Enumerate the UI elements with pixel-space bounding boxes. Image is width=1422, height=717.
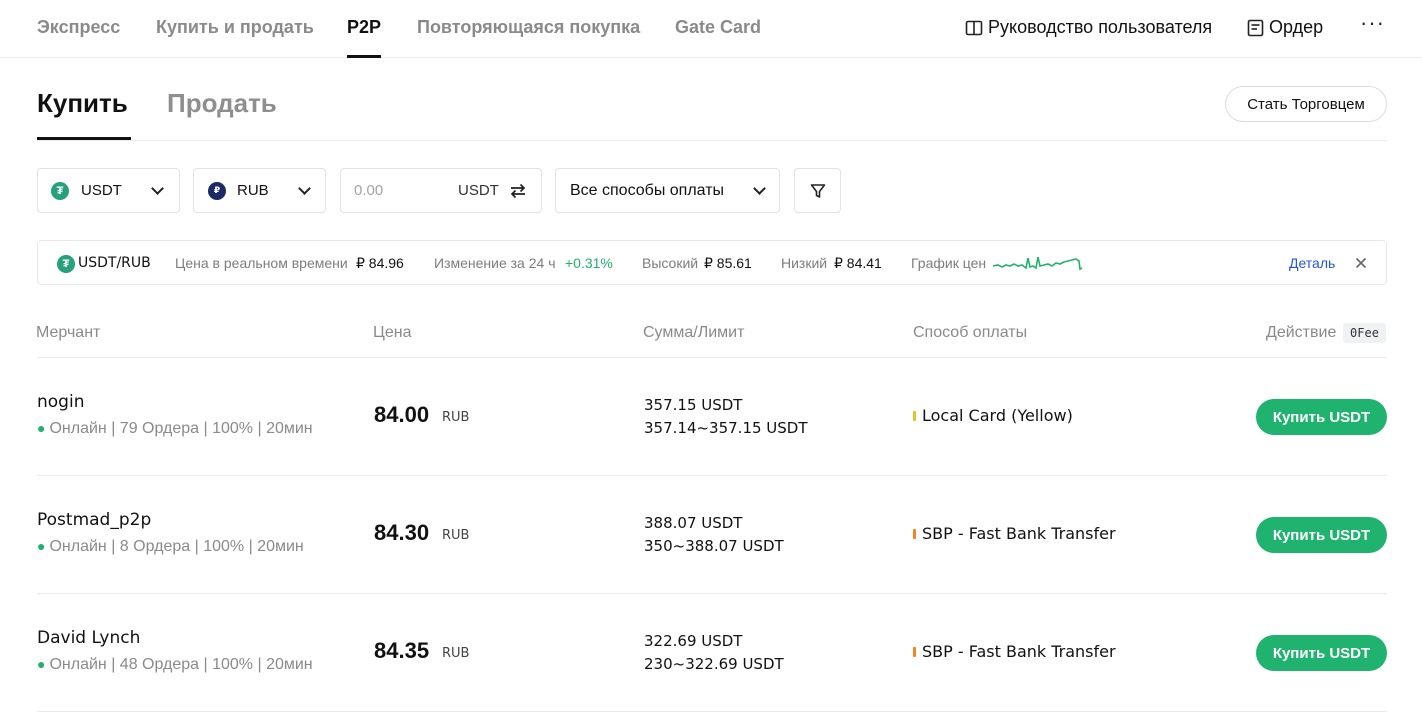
book-icon (965, 20, 983, 35)
close-icon[interactable] (1355, 257, 1367, 269)
filter-button[interactable] (794, 168, 841, 213)
buy-usdt-button[interactable]: Купить USDT (1256, 399, 1387, 435)
payment-method-label: SBP - Fast Bank Transfer (922, 524, 1116, 543)
buy-usdt-button[interactable]: Купить USDT (1256, 517, 1387, 553)
order-limit: 230~322.69 USDT (644, 655, 784, 673)
merchant-name[interactable]: David Lynch (37, 628, 140, 648)
more-icon[interactable]: ··· (1360, 10, 1385, 36)
order-limit: 350~388.07 USDT (644, 537, 784, 555)
tab-sell[interactable]: Продать (167, 88, 277, 119)
high-label: Высокий (642, 255, 699, 271)
merchant-name[interactable]: nogin (37, 392, 84, 412)
high-value: ₽ 85.61 (704, 255, 752, 271)
tab-buy[interactable]: Купить (37, 88, 128, 119)
header-price: Цена (373, 324, 412, 341)
online-dot-icon: ● (37, 538, 46, 554)
usdt-coin-icon: ₮ (57, 255, 75, 273)
usdt-coin-icon: ₮ (51, 181, 69, 200)
chevron-down-icon (298, 182, 311, 195)
price-currency: RUB (442, 410, 470, 425)
table-row: nogin ● Онлайн | 79 Ордера | 100% | 20мин… (0, 358, 1422, 476)
chevron-down-icon (753, 182, 766, 195)
tab-p2p[interactable]: P2P (347, 17, 381, 38)
price-value: 84.35 (374, 638, 430, 663)
detail-link[interactable]: Деталь (1289, 255, 1335, 271)
document-icon (1247, 19, 1264, 36)
realtime-price-value: ₽ 84.96 (356, 255, 404, 271)
top-nav: Экспресс Купить и продать P2P Повторяюща… (0, 0, 1422, 58)
payment-color-bar (913, 528, 916, 539)
header-payment: Способ оплаты (913, 324, 1028, 341)
header-action: Действие (1266, 324, 1337, 341)
payment-method: SBP - Fast Bank Transfer (913, 524, 1116, 543)
merchant-stats: ● Онлайн | 48 Ордера | 100% | 20мин (37, 656, 313, 674)
header-merchant: Мерчант (36, 324, 101, 341)
row-divider (37, 711, 1387, 712)
payment-method: SBP - Fast Bank Transfer (913, 642, 1116, 661)
price-currency: RUB (442, 646, 470, 661)
amount-input[interactable]: 0.00 USDT (340, 168, 542, 213)
payment-color-bar (913, 646, 916, 657)
crypto-select[interactable]: ₮ USDT (37, 168, 180, 213)
fiat-select-value: RUB (237, 182, 269, 199)
payment-color-bar (913, 410, 916, 421)
merchant-name[interactable]: Postmad_p2p (37, 510, 151, 530)
orders-link[interactable]: Ордер (1247, 17, 1323, 38)
become-merchant-button[interactable]: Стать Торговцем (1225, 86, 1387, 122)
user-guide-label: Руководство пользователя (988, 17, 1213, 37)
table-row: David Lynch ● Онлайн | 48 Ордера | 100% |… (0, 594, 1422, 712)
merchant-stats-text: Онлайн | 48 Ордера | 100% | 20мин (49, 656, 313, 673)
available-amount: 388.07 USDT (644, 514, 743, 532)
fiat-select[interactable]: ₽ RUB (193, 168, 326, 213)
price-value: 84.00 (374, 402, 430, 427)
tab-recurring-buy[interactable]: Повторяющаяся покупка (417, 17, 640, 38)
low-value: ₽ 84.41 (834, 255, 882, 271)
crypto-select-value: USDT (81, 182, 122, 199)
price-chart-label: График цен (911, 255, 987, 271)
merchant-stats-text: Онлайн | 79 Ордера | 100% | 20мин (49, 420, 313, 437)
merchant-stats: ● Онлайн | 79 Ордера | 100% | 20мин (37, 420, 313, 438)
low-label: Низкий (781, 255, 828, 271)
ticker-pair: USDT/RUB (78, 255, 151, 271)
online-dot-icon: ● (37, 420, 46, 436)
merchant-stats: ● Онлайн | 8 Ордера | 100% | 20мин (37, 538, 304, 556)
divider (37, 140, 1387, 141)
merchant-stats-text: Онлайн | 8 Ордера | 100% | 20мин (49, 538, 304, 555)
payment-method-label: Local Card (Yellow) (922, 406, 1073, 425)
price-ticker: ₮ USDT/RUB Цена в реальном времени ₽ 84.… (37, 240, 1387, 285)
available-amount: 357.15 USDT (644, 396, 743, 414)
realtime-price-label: Цена в реальном времени (175, 255, 348, 271)
payment-method-label: SBP - Fast Bank Transfer (922, 642, 1116, 661)
header-amount: Сумма/Лимит (643, 324, 745, 341)
tab-gate-card[interactable]: Gate Card (675, 17, 761, 38)
order-limit: 357.14~357.15 USDT (644, 419, 808, 437)
price-value: 84.30 (374, 520, 430, 545)
price-sparkline (993, 256, 1083, 271)
amount-unit: USDT (458, 182, 499, 199)
payment-method-select[interactable]: Все способы оплаты (555, 168, 780, 213)
chevron-down-icon (151, 182, 164, 195)
change-24h-value: +0.31% (565, 255, 613, 271)
payment-method: Local Card (Yellow) (913, 406, 1073, 425)
payment-method-value: Все способы оплаты (570, 181, 725, 199)
filter-icon (810, 183, 825, 198)
orders-label: Ордер (1269, 17, 1324, 37)
table-row: Postmad_p2p ● Онлайн | 8 Ордера | 100% | … (0, 476, 1422, 594)
amount-input-placeholder: 0.00 (354, 182, 384, 199)
user-guide-link[interactable]: Руководство пользователя (965, 17, 1212, 38)
tab-buy-sell[interactable]: Купить и продать (156, 17, 314, 38)
tab-p2p-underline (347, 55, 381, 58)
zero-fee-badge: 0Fee (1343, 323, 1386, 343)
online-dot-icon: ● (37, 656, 46, 672)
tab-express[interactable]: Экспресс (37, 17, 120, 38)
change-24h-label: Изменение за 24 ч (434, 255, 556, 271)
buy-usdt-button[interactable]: Купить USDT (1256, 635, 1387, 671)
swap-icon[interactable] (509, 182, 527, 200)
available-amount: 322.69 USDT (644, 632, 743, 650)
price-currency: RUB (442, 528, 470, 543)
rub-coin-icon: ₽ (208, 181, 226, 200)
